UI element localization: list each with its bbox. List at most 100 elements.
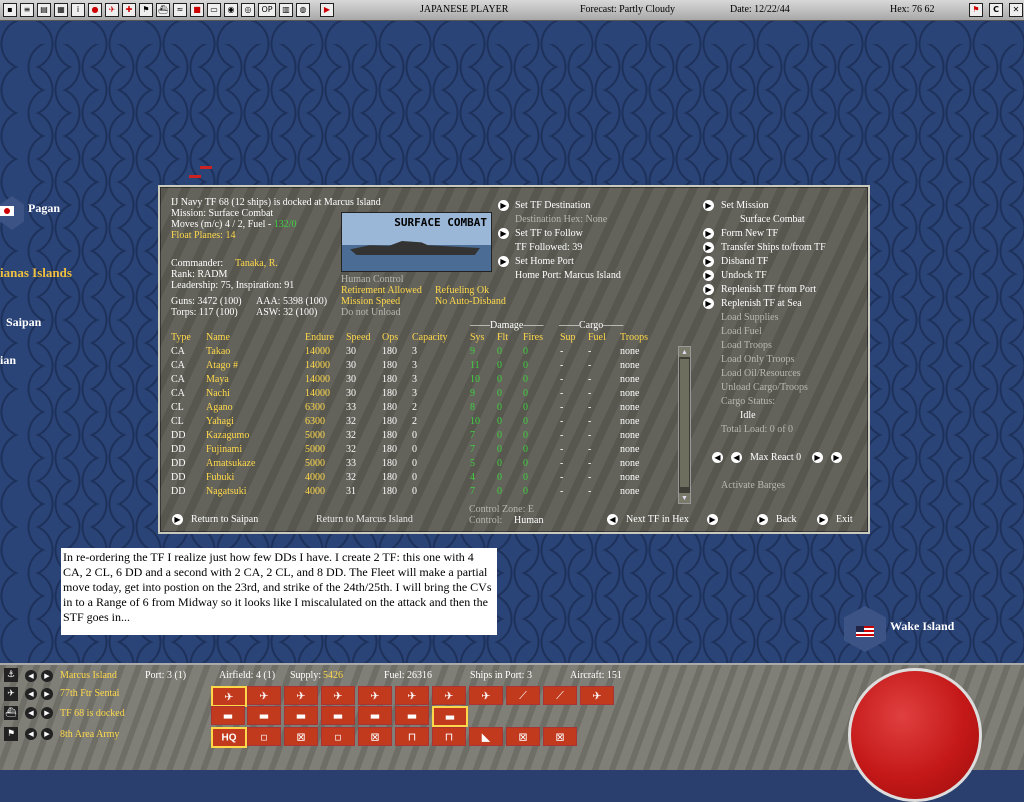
base-flag-icon[interactable]: ⚑: [139, 3, 153, 17]
army-slot[interactable]: ⊠: [284, 727, 318, 746]
set-tf-follow-button[interactable]: Set TF to Follow: [515, 228, 583, 239]
ship-cell-name[interactable]: Takao: [206, 346, 230, 357]
ship-cell-name[interactable]: Fujinami: [206, 444, 242, 455]
unload-cargo-button[interactable]: Unload Cargo/Troops: [721, 382, 808, 393]
air-unit-slot[interactable]: ✈: [469, 686, 503, 705]
arrow-right-icon[interactable]: ▶: [703, 200, 714, 211]
column-header-endure[interactable]: Endure: [305, 332, 334, 343]
arrow-right-icon[interactable]: ▶: [498, 228, 509, 239]
fleet-icon[interactable]: ▭: [207, 3, 221, 17]
activate-barges-button[interactable]: Activate Barges: [721, 480, 785, 491]
air-unit-slot[interactable]: ✈: [395, 686, 429, 705]
arrow-right-icon[interactable]: ▶: [703, 228, 714, 239]
prev-base-icon[interactable]: ◀: [25, 670, 37, 682]
air-unit-slot[interactable]: ⟋: [506, 686, 540, 705]
tf-slot[interactable]: ▬: [247, 706, 281, 725]
air-unit-slot[interactable]: ✈: [284, 686, 318, 705]
transfer-ships-button[interactable]: Transfer Ships to/from TF: [721, 242, 826, 253]
scroll-up-icon[interactable]: ▲: [679, 347, 690, 357]
column-header-ops[interactable]: Ops: [382, 332, 398, 343]
air-unit-slot[interactable]: ✈: [321, 686, 355, 705]
log-icon[interactable]: ▥: [279, 3, 293, 17]
army-slot[interactable]: ◣: [469, 727, 503, 746]
prev-air-icon[interactable]: ◀: [25, 688, 37, 700]
army-slot[interactable]: ⊓: [432, 727, 466, 746]
arrow-right-icon[interactable]: ▶: [707, 514, 718, 525]
column-header-fires[interactable]: Fires: [523, 332, 543, 343]
ship-cell-name[interactable]: Fubuki: [206, 472, 234, 483]
unload-toggle[interactable]: Do not Unload: [341, 307, 400, 318]
aircraft-icon[interactable]: ✈: [105, 3, 119, 17]
column-header-name[interactable]: Name: [206, 332, 230, 343]
ship-cell-name[interactable]: Nachi: [206, 388, 230, 399]
chat-icon[interactable]: ◍: [296, 3, 310, 17]
air-unit-slot[interactable]: ✈: [211, 686, 247, 707]
play-icon[interactable]: ▶: [320, 3, 334, 17]
column-header-type[interactable]: Type: [171, 332, 191, 343]
form-new-tf-button[interactable]: Form New TF: [721, 228, 778, 239]
human-control[interactable]: Human Control: [341, 274, 404, 285]
mission-speed-toggle[interactable]: Mission Speed: [341, 296, 400, 307]
flag-icon[interactable]: ●: [88, 3, 102, 17]
column-header-fuel[interactable]: Fuel: [588, 332, 606, 343]
scroll-thumb[interactable]: [680, 359, 689, 487]
replenish-port-button[interactable]: Replenish TF from Port: [721, 284, 816, 295]
load-troops-button[interactable]: Load Troops: [721, 340, 772, 351]
next-base-icon[interactable]: ▶: [41, 670, 53, 682]
column-header-sys[interactable]: Sys: [470, 332, 484, 343]
tf-slot[interactable]: ▬: [358, 706, 392, 725]
ship-cell-name[interactable]: Amatsukaze: [206, 458, 255, 469]
anchor-icon[interactable]: ⚓: [4, 668, 18, 682]
undock-tf-button[interactable]: Undock TF: [721, 270, 767, 281]
map-icon[interactable]: ▦: [54, 3, 68, 17]
double-left-icon[interactable]: ◀: [712, 452, 723, 463]
air-unit-slot[interactable]: ✈: [580, 686, 614, 705]
c-icon[interactable]: C: [989, 3, 1003, 17]
load-oil-button[interactable]: Load Oil/Resources: [721, 368, 801, 379]
ship-icon[interactable]: ⛴: [156, 3, 170, 17]
ship-marker-icon[interactable]: [200, 166, 212, 169]
zone-icon[interactable]: ■: [190, 3, 204, 17]
close-icon[interactable]: ✕: [1009, 3, 1023, 17]
refueling-toggle[interactable]: Refueling Ok: [435, 285, 489, 296]
load-fuel-button[interactable]: Load Fuel: [721, 326, 762, 337]
arrow-right-icon[interactable]: ▶: [703, 298, 714, 309]
return-saipan-button[interactable]: Return to Saipan: [191, 514, 258, 525]
column-header-flt[interactable]: Flt: [497, 332, 508, 343]
ship-cell-name[interactable]: Kazagumo: [206, 430, 249, 441]
air-unit-slot[interactable]: ✈: [358, 686, 392, 705]
army-slot-hq[interactable]: HQ: [211, 727, 247, 748]
list-icon[interactable]: ≡: [20, 3, 34, 17]
army-slot[interactable]: ▫: [321, 727, 355, 746]
column-header-capacity[interactable]: Capacity: [412, 332, 448, 343]
unit-icon[interactable]: ✚: [122, 3, 136, 17]
retirement-toggle[interactable]: Retirement Allowed: [341, 285, 422, 296]
air-unit-slot[interactable]: ✈: [247, 686, 281, 705]
tf-status[interactable]: TF 68 is docked: [60, 708, 125, 719]
save-icon[interactable]: ▪: [3, 3, 17, 17]
disband-tf-button[interactable]: Disband TF: [721, 256, 768, 267]
plane-icon[interactable]: ✈: [4, 687, 18, 701]
army-slot[interactable]: ⊓: [395, 727, 429, 746]
arrow-right-icon[interactable]: ▶: [703, 284, 714, 295]
arrow-right-icon[interactable]: ▶: [703, 256, 714, 267]
next-army-icon[interactable]: ▶: [41, 728, 53, 740]
base-name[interactable]: Marcus Island: [60, 670, 117, 681]
tf-slot[interactable]: ▬: [321, 706, 355, 725]
return-marcus-button[interactable]: Return to Marcus Island: [316, 514, 413, 525]
air-unit-name[interactable]: 77th Ftr Sentai: [60, 688, 119, 699]
scroll-down-icon[interactable]: ▼: [679, 493, 690, 503]
globe-icon[interactable]: ◉: [224, 3, 238, 17]
report-icon[interactable]: ▤: [37, 3, 51, 17]
ship-row-icon[interactable]: ⛴: [4, 706, 18, 720]
arrow-left-icon[interactable]: ◀: [607, 514, 618, 525]
column-header-sup[interactable]: Sup: [560, 332, 576, 343]
op-icon[interactable]: OP: [258, 3, 276, 17]
arrow-right-icon[interactable]: ▶: [817, 514, 828, 525]
tf-slot[interactable]: ▬: [432, 706, 468, 727]
load-supplies-button[interactable]: Load Supplies: [721, 312, 779, 323]
ship-list-scrollbar[interactable]: ▲ ▼: [678, 346, 691, 504]
auto-disband-toggle[interactable]: No Auto-Disband: [435, 296, 506, 307]
army-name[interactable]: 8th Area Army: [60, 729, 119, 740]
next-tf-button[interactable]: Next TF in Hex: [626, 514, 689, 525]
